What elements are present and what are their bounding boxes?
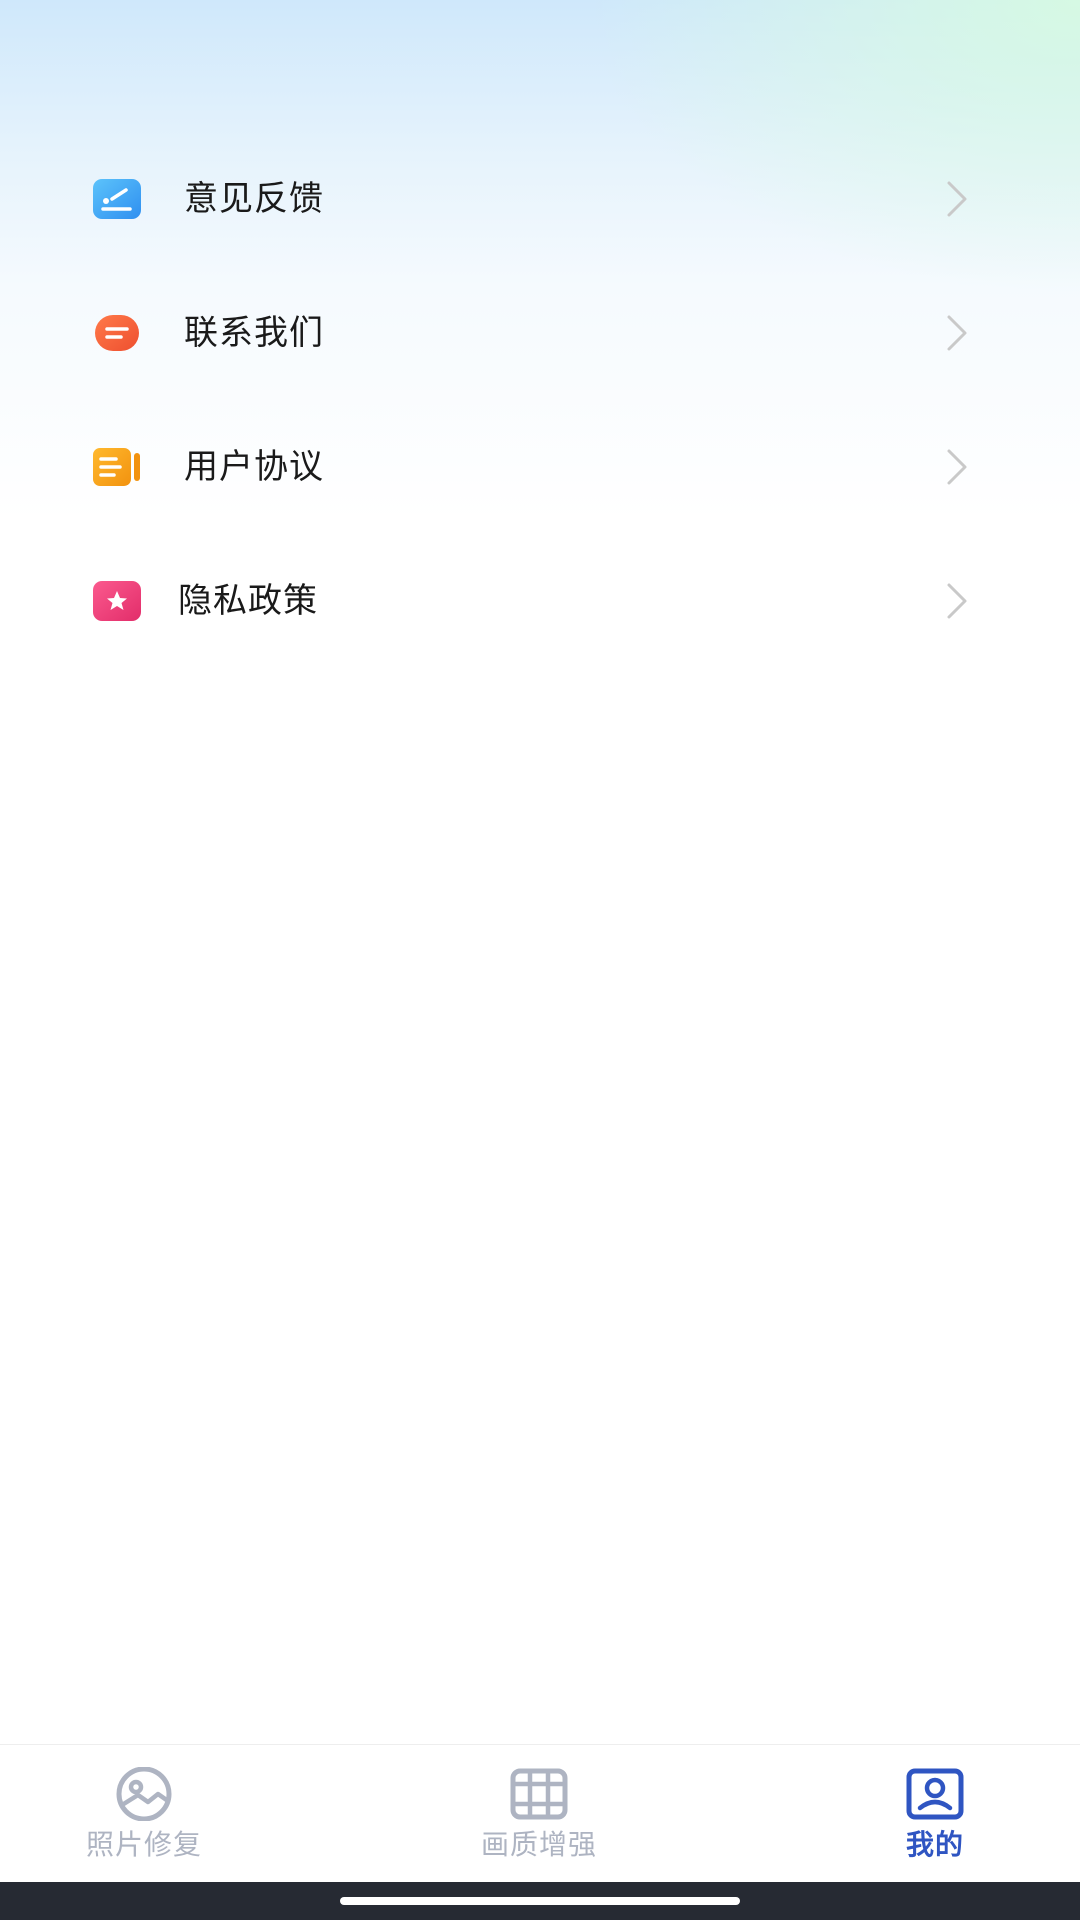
- feedback-icon: [93, 179, 141, 219]
- menu-item-contact-us[interactable]: 联系我们: [0, 266, 1080, 400]
- settings-menu: 意见反馈 联系我们 用户协议 隐私政策: [0, 132, 1080, 668]
- menu-item-feedback[interactable]: 意见反馈: [0, 132, 1080, 266]
- menu-item-label: 联系我们: [184, 313, 324, 353]
- menu-item-label: 用户协议: [184, 447, 324, 487]
- privacy-icon: [93, 581, 141, 621]
- chevron-right-icon: [947, 583, 967, 619]
- agreement-icon: [93, 448, 140, 486]
- tab-mine[interactable]: 我的: [835, 1745, 1035, 1883]
- photo-icon: [116, 1767, 172, 1821]
- tab-label: 画质增强: [480, 1828, 597, 1861]
- menu-item-label: 隐私政策: [178, 581, 318, 621]
- tab-photo-restore[interactable]: 照片修复: [44, 1745, 244, 1883]
- chevron-right-icon: [947, 315, 967, 351]
- tab-quality-enhance[interactable]: 画质增强: [439, 1745, 639, 1883]
- system-navigation-bar: [0, 1882, 1080, 1920]
- chevron-right-icon: [947, 181, 967, 217]
- menu-item-privacy-policy[interactable]: 隐私政策: [0, 534, 1080, 668]
- menu-item-user-agreement[interactable]: 用户协议: [0, 400, 1080, 534]
- contact-icon: [95, 315, 139, 351]
- home-indicator[interactable]: [340, 1897, 740, 1905]
- film-icon: [510, 1768, 568, 1820]
- bottom-tab-bar: 照片修复 画质增强 我的: [0, 1744, 1080, 1883]
- tab-label: 我的: [905, 1828, 964, 1861]
- profile-icon: [906, 1768, 964, 1820]
- tab-label: 照片修复: [85, 1828, 202, 1861]
- menu-item-label: 意见反馈: [184, 179, 324, 219]
- chevron-right-icon: [947, 449, 967, 485]
